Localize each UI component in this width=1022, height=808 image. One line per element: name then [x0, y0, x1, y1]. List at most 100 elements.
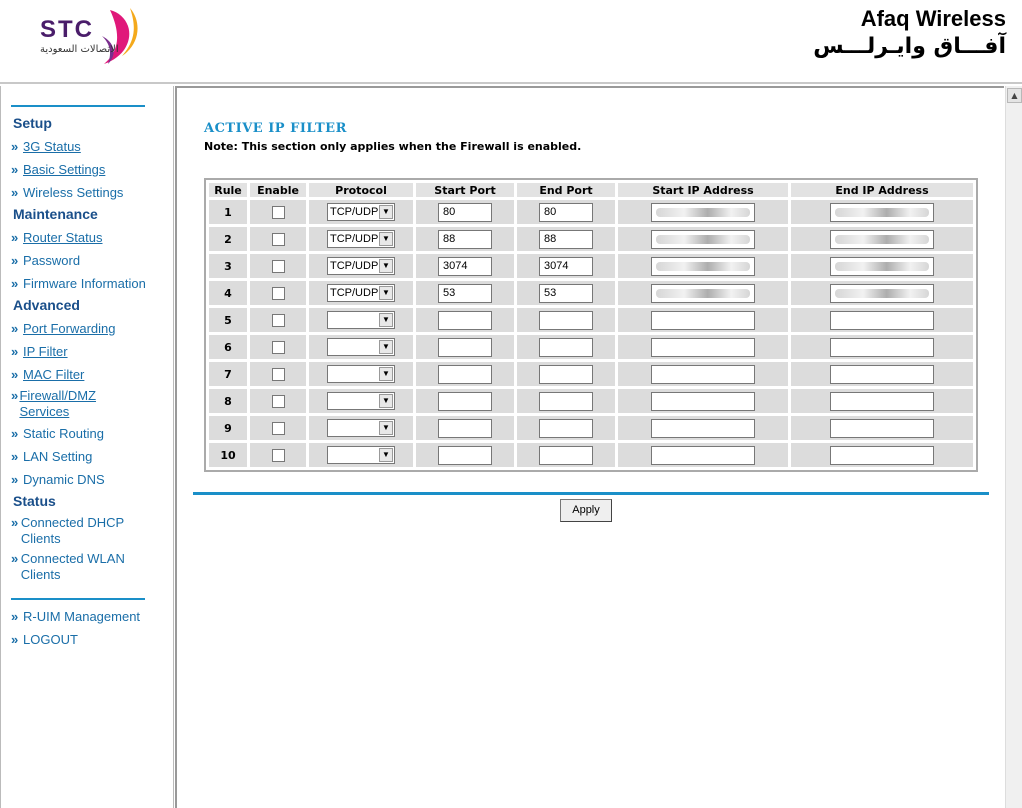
dropdown-arrow-icon[interactable]: ▼ — [379, 448, 393, 462]
start-port-input[interactable] — [438, 391, 492, 411]
scroll-up-arrow-icon[interactable]: ▲ — [1007, 88, 1022, 103]
dropdown-arrow-icon[interactable]: ▼ — [379, 313, 393, 327]
rule-number: 4 — [209, 281, 247, 305]
start-ip-input[interactable] — [651, 256, 755, 276]
end-port-input[interactable] — [539, 391, 593, 411]
end-port-input[interactable] — [539, 445, 593, 465]
start-ip-input[interactable] — [651, 337, 755, 357]
dropdown-arrow-icon[interactable]: ▼ — [379, 259, 393, 273]
protocol-select[interactable]: TCP/UDP ▼ — [327, 284, 395, 302]
rule-number: 2 — [209, 227, 247, 251]
start-port-input[interactable] — [438, 418, 492, 438]
end-ip-input[interactable] — [830, 202, 934, 222]
end-port-input[interactable]: 80 — [539, 202, 593, 222]
start-port-input[interactable]: 80 — [438, 202, 492, 222]
start-port-input[interactable] — [438, 337, 492, 357]
dropdown-arrow-icon[interactable]: ▼ — [379, 421, 393, 435]
enable-checkbox[interactable] — [271, 286, 285, 300]
sidebar-item-password[interactable]: » Password — [11, 253, 80, 269]
start-ip-input[interactable] — [651, 229, 755, 249]
end-ip-input[interactable] — [830, 364, 934, 384]
protocol-select[interactable]: ▼ — [327, 446, 395, 464]
start-ip-input[interactable] — [651, 310, 755, 330]
enable-checkbox[interactable] — [271, 259, 285, 273]
enable-cell — [250, 389, 306, 413]
sidebar-item-r-uim-management[interactable]: » R-UIM Management — [11, 609, 140, 625]
end-ip-input[interactable] — [830, 445, 934, 465]
end-ip-input[interactable] — [830, 310, 934, 330]
protocol-select[interactable]: TCP/UDP ▼ — [327, 203, 395, 221]
start-ip-input[interactable] — [651, 364, 755, 384]
sidebar-item-connected-wlan-clients[interactable]: » Connected WLAN Clients — [11, 551, 141, 583]
sidebar-item-firmware-information[interactable]: » Firmware Information — [11, 276, 146, 292]
start-ip-input[interactable] — [651, 202, 755, 222]
vertical-scrollbar[interactable]: ▲ — [1005, 86, 1022, 808]
protocol-select[interactable]: ▼ — [327, 365, 395, 383]
end-port-input[interactable]: 3074 — [539, 256, 593, 276]
dropdown-arrow-icon[interactable]: ▼ — [379, 340, 393, 354]
dropdown-arrow-icon[interactable]: ▼ — [379, 205, 393, 219]
enable-checkbox[interactable] — [271, 421, 285, 435]
start-ip-input[interactable] — [651, 445, 755, 465]
apply-button[interactable]: Apply — [560, 499, 612, 522]
start-port-input[interactable] — [438, 445, 492, 465]
start-ip-input[interactable] — [651, 391, 755, 411]
protocol-select[interactable]: TCP/UDP ▼ — [327, 257, 395, 275]
protocol-select[interactable]: ▼ — [327, 392, 395, 410]
sidebar-item-logout[interactable]: » LOGOUT — [11, 632, 78, 648]
end-ip-input[interactable] — [830, 229, 934, 249]
dropdown-arrow-icon[interactable]: ▼ — [379, 367, 393, 381]
enable-checkbox[interactable] — [271, 232, 285, 246]
column-header-end-port: End Port — [517, 183, 615, 197]
sidebar-item-basic-settings[interactable]: » Basic Settings — [11, 162, 105, 178]
start-port-input[interactable] — [438, 310, 492, 330]
end-port-input[interactable]: 88 — [539, 229, 593, 249]
sidebar-item-lan-setting[interactable]: » LAN Setting — [11, 449, 92, 465]
sidebar-item-connected-dhcp-clients[interactable]: » Connected DHCP Clients — [11, 515, 141, 547]
enable-checkbox[interactable] — [271, 367, 285, 381]
sidebar-item-router-status[interactable]: » Router Status — [11, 230, 103, 246]
end-ip-input[interactable] — [830, 283, 934, 303]
sidebar-item-static-routing[interactable]: » Static Routing — [11, 426, 104, 442]
protocol-select[interactable]: TCP/UDP ▼ — [327, 230, 395, 248]
enable-checkbox[interactable] — [271, 340, 285, 354]
sidebar-item-port-forwarding[interactable]: » Port Forwarding — [11, 321, 115, 337]
enable-cell — [250, 362, 306, 386]
start-ip-input[interactable] — [651, 283, 755, 303]
start-ip-input[interactable] — [651, 418, 755, 438]
end-port-input[interactable] — [539, 310, 593, 330]
dropdown-arrow-icon[interactable]: ▼ — [379, 232, 393, 246]
sidebar-item-label: Password — [23, 253, 81, 268]
sidebar-item-mac-filter[interactable]: » MAC Filter — [11, 367, 84, 383]
end-port-input[interactable] — [539, 418, 593, 438]
enable-checkbox[interactable] — [271, 205, 285, 219]
sidebar-item-label: Connected WLAN Clients — [20, 551, 125, 582]
sidebar-item-3g-status[interactable]: » 3G Status — [11, 139, 81, 155]
end-port-input[interactable] — [539, 364, 593, 384]
start-port-input[interactable]: 53 — [438, 283, 492, 303]
end-port-input[interactable] — [539, 337, 593, 357]
start-port-input[interactable]: 3074 — [438, 256, 492, 276]
dropdown-arrow-icon[interactable]: ▼ — [379, 394, 393, 408]
sidebar-item-wireless-settings[interactable]: » Wireless Settings — [11, 185, 123, 201]
sidebar-item-dynamic-dns[interactable]: » Dynamic DNS — [11, 472, 105, 488]
start-port-input[interactable] — [438, 364, 492, 384]
end-ip-input[interactable] — [830, 337, 934, 357]
enable-checkbox[interactable] — [271, 448, 285, 462]
end-ip-input[interactable] — [830, 391, 934, 411]
brand: Afaq Wireless آفـــاق وايـرلـــس — [813, 6, 1006, 59]
end-ip-input[interactable] — [830, 256, 934, 276]
protocol-select[interactable]: ▼ — [327, 311, 395, 329]
sidebar-item-label: Router Status — [23, 230, 103, 245]
enable-checkbox[interactable] — [271, 394, 285, 408]
end-ip-input[interactable] — [830, 418, 934, 438]
protocol-select[interactable]: ▼ — [327, 419, 395, 437]
protocol-select[interactable]: ▼ — [327, 338, 395, 356]
sidebar-item-ip-filter[interactable]: » IP Filter — [11, 344, 68, 360]
end-port-input[interactable]: 53 — [539, 283, 593, 303]
dropdown-arrow-icon[interactable]: ▼ — [379, 286, 393, 300]
enable-checkbox[interactable] — [271, 313, 285, 327]
end-ip-cell — [791, 254, 973, 278]
sidebar-item-firewall-dmz[interactable]: » Firewall/DMZ Services — [11, 388, 111, 420]
start-port-input[interactable]: 88 — [438, 229, 492, 249]
